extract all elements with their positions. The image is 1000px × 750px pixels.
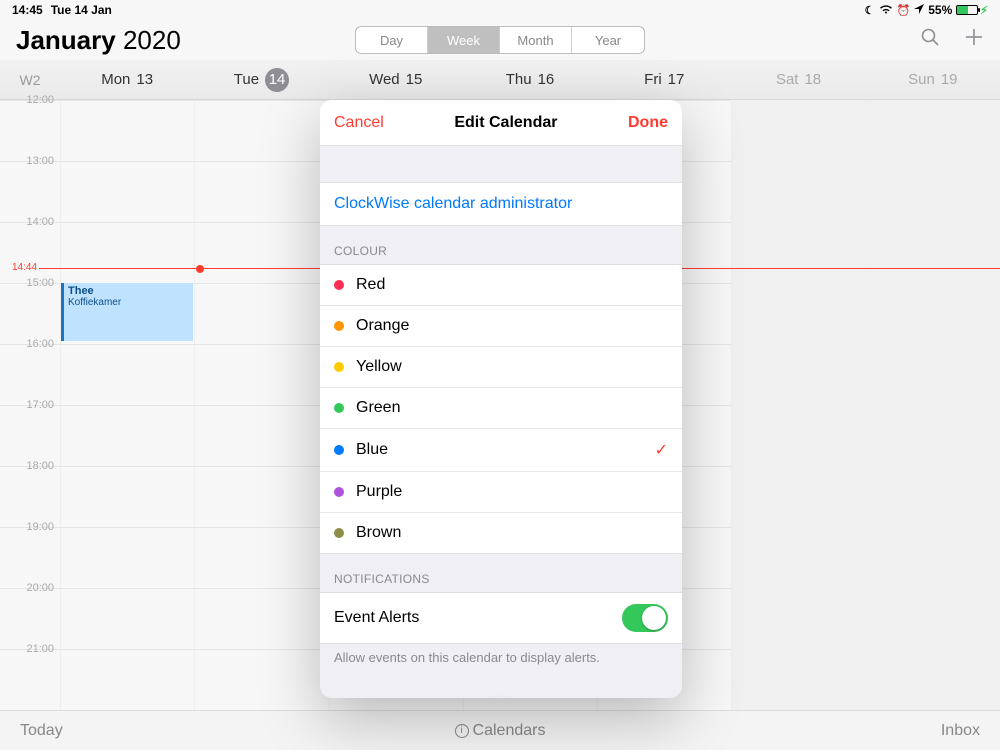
location-icon <box>914 4 924 17</box>
colour-option-brown[interactable]: Brown <box>320 512 682 553</box>
swatch-brown <box>334 528 344 538</box>
status-icons: ☾ ⏰ 55% ⚡︎ <box>865 3 988 17</box>
colour-list: Red Orange Yellow Green Blue ✓ Purple Br… <box>320 264 682 554</box>
weekday-wed[interactable]: Wed 15 <box>329 60 463 99</box>
weekday-sun[interactable]: Sun 19 <box>866 60 1000 99</box>
view-week[interactable]: Week <box>428 27 500 53</box>
view-year[interactable]: Year <box>572 27 644 53</box>
edit-calendar-popover: Cancel Edit Calendar Done ClockWise cale… <box>320 100 682 698</box>
hour-label: 21:00 <box>0 643 60 710</box>
hour-label: 13:00 <box>0 155 60 222</box>
current-time-label: 14:44 <box>10 262 39 273</box>
checkmark-icon: ✓ <box>655 440 668 460</box>
weekday-thu[interactable]: Thu 16 <box>463 60 597 99</box>
notifications-list: Event Alerts <box>320 592 682 644</box>
colour-option-blue[interactable]: Blue ✓ <box>320 428 682 471</box>
view-month[interactable]: Month <box>500 27 572 53</box>
weekday-tue[interactable]: Tue 14 <box>194 60 328 99</box>
hour-label: 17:00 <box>0 399 60 466</box>
search-icon[interactable] <box>920 27 940 53</box>
view-segmented-control[interactable]: Day Week Month Year <box>355 26 645 54</box>
popover-arrow <box>491 697 511 698</box>
colour-option-orange[interactable]: Orange <box>320 305 682 346</box>
swatch-red <box>334 280 344 290</box>
hour-label: 16:00 <box>0 338 60 405</box>
swatch-purple <box>334 487 344 497</box>
weekday-fri[interactable]: Fri 17 <box>597 60 731 99</box>
event-alerts-toggle[interactable] <box>622 604 668 632</box>
colour-section-label: COLOUR <box>320 226 682 264</box>
event-alerts-label: Event Alerts <box>334 609 419 627</box>
today-button[interactable]: Today <box>20 722 63 739</box>
today-badge: 14 <box>265 68 289 92</box>
add-icon[interactable] <box>964 27 984 53</box>
event-location: Koffiekamer <box>68 297 189 308</box>
current-time-dot <box>196 265 204 273</box>
calendar-event[interactable]: Thee Koffiekamer <box>61 283 193 341</box>
notifications-footnote: Allow events on this calendar to display… <box>320 644 682 679</box>
view-day[interactable]: Day <box>356 27 428 53</box>
calendar-name-cell[interactable]: ClockWise calendar administrator <box>320 182 682 226</box>
colour-option-purple[interactable]: Purple <box>320 471 682 512</box>
bottom-toolbar: Today i Calendars Inbox <box>0 710 1000 750</box>
hour-label: 12:00 <box>0 94 60 161</box>
inbox-button[interactable]: Inbox <box>941 722 980 739</box>
charging-icon: ⚡︎ <box>980 4 988 17</box>
battery-percent: 55% <box>928 3 952 17</box>
weekday-row: W2 Mon 13 Tue 14 Wed 15 Thu 16 Fri 17 Sa… <box>0 60 1000 100</box>
weekday-sat[interactable]: Sat 18 <box>731 60 865 99</box>
hour-label: 18:00 <box>0 460 60 527</box>
done-button[interactable]: Done <box>628 114 668 132</box>
weekday-mon[interactable]: Mon 13 <box>60 60 194 99</box>
calendar-name-text: ClockWise calendar administrator <box>334 195 572 212</box>
swatch-green <box>334 403 344 413</box>
colour-option-green[interactable]: Green <box>320 387 682 428</box>
colour-option-red[interactable]: Red <box>320 265 682 305</box>
colour-option-yellow[interactable]: Yellow <box>320 346 682 387</box>
info-icon: i <box>455 724 469 738</box>
calendars-button[interactable]: Calendars <box>473 722 546 740</box>
header: January 2020 Day Week Month Year <box>0 20 1000 60</box>
cancel-button[interactable]: Cancel <box>334 114 384 132</box>
popover-header: Cancel Edit Calendar Done <box>320 100 682 146</box>
swatch-yellow <box>334 362 344 372</box>
swatch-orange <box>334 321 344 331</box>
status-time: 14:45 <box>12 3 43 17</box>
event-title: Thee <box>68 285 189 297</box>
status-date: Tue 14 Jan <box>51 3 112 17</box>
notifications-section-label: NOTIFICATIONS <box>320 554 682 592</box>
month-year-label: January 2020 <box>16 25 181 56</box>
status-bar: 14:45 Tue 14 Jan ☾ ⏰ 55% ⚡︎ <box>0 0 1000 20</box>
swatch-blue <box>334 445 344 455</box>
hour-label: 19:00 <box>0 521 60 588</box>
hour-label: 20:00 <box>0 582 60 649</box>
hour-label: 15:00 <box>0 277 60 344</box>
dnd-icon: ☾ <box>865 4 875 17</box>
popover-title: Edit Calendar <box>454 114 557 132</box>
event-alerts-row: Event Alerts <box>320 593 682 643</box>
alarm-icon: ⏰ <box>897 4 911 17</box>
wifi-icon <box>879 4 893 17</box>
battery-icon <box>956 5 978 15</box>
